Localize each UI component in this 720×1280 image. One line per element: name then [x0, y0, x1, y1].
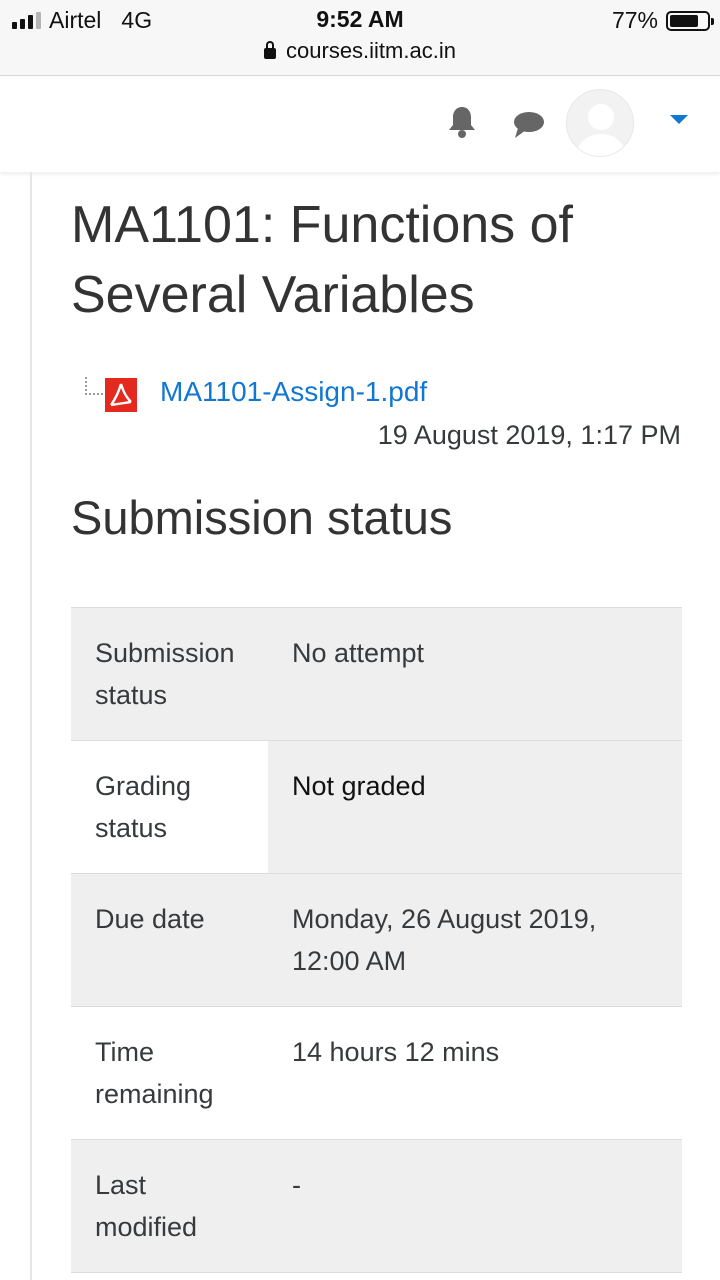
- page-title: MA1101: Functions of Several Variables: [71, 196, 573, 324]
- row-label: Due date: [71, 873, 268, 1007]
- url-domain: courses.iitm.ac.in: [286, 38, 456, 63]
- table-row: Due date Monday, 26 August 2019, 12:00 A…: [71, 873, 682, 1007]
- status-right: 77%: [611, 7, 714, 34]
- table-row: Time remaining 14 hours 12 mins: [71, 1006, 682, 1140]
- row-label: Grading status: [71, 740, 268, 874]
- top-navbar: [0, 77, 720, 172]
- row-value: Not graded: [268, 740, 682, 874]
- table-row: Grading status Not graded: [71, 740, 682, 874]
- row-label: Submission status: [71, 607, 268, 741]
- caret-down-icon[interactable]: [670, 115, 688, 124]
- submission-status-table: Submission status No attempt Grading sta…: [71, 607, 682, 1273]
- attachment-link[interactable]: MA1101-Assign-1.pdf: [160, 376, 427, 408]
- battery-percent: 77%: [611, 7, 658, 33]
- user-silhouette-icon: [577, 104, 625, 156]
- url-bar[interactable]: courses.iitm.ac.in: [0, 38, 720, 64]
- table-row: Last modified -: [71, 1139, 682, 1273]
- table-row: Submission status No attempt: [71, 607, 682, 741]
- lock-icon: [264, 40, 277, 59]
- row-label: Last modified: [71, 1139, 268, 1273]
- attachment-date: 19 August 2019, 1:17 PM: [377, 420, 681, 450]
- row-value: -: [268, 1139, 682, 1273]
- row-value: 14 hours 12 mins: [292, 1037, 500, 1067]
- user-avatar[interactable]: [566, 89, 634, 157]
- pdf-icon: [105, 378, 137, 412]
- section-heading: Submission status: [71, 491, 453, 544]
- chat-icon[interactable]: [512, 110, 546, 140]
- tree-connector-icon: [85, 377, 103, 395]
- row-label: Time remaining: [95, 1037, 214, 1109]
- battery-icon: [666, 10, 714, 31]
- content-left-border: [30, 172, 32, 1280]
- browser-status-bar: Airtel 4G 9:52 AM 77% courses.iitm.ac.in: [0, 0, 720, 76]
- bell-icon[interactable]: [447, 105, 477, 139]
- row-value: No attempt: [268, 607, 682, 741]
- row-value: Monday, 26 August 2019, 12:00 AM: [268, 873, 682, 1007]
